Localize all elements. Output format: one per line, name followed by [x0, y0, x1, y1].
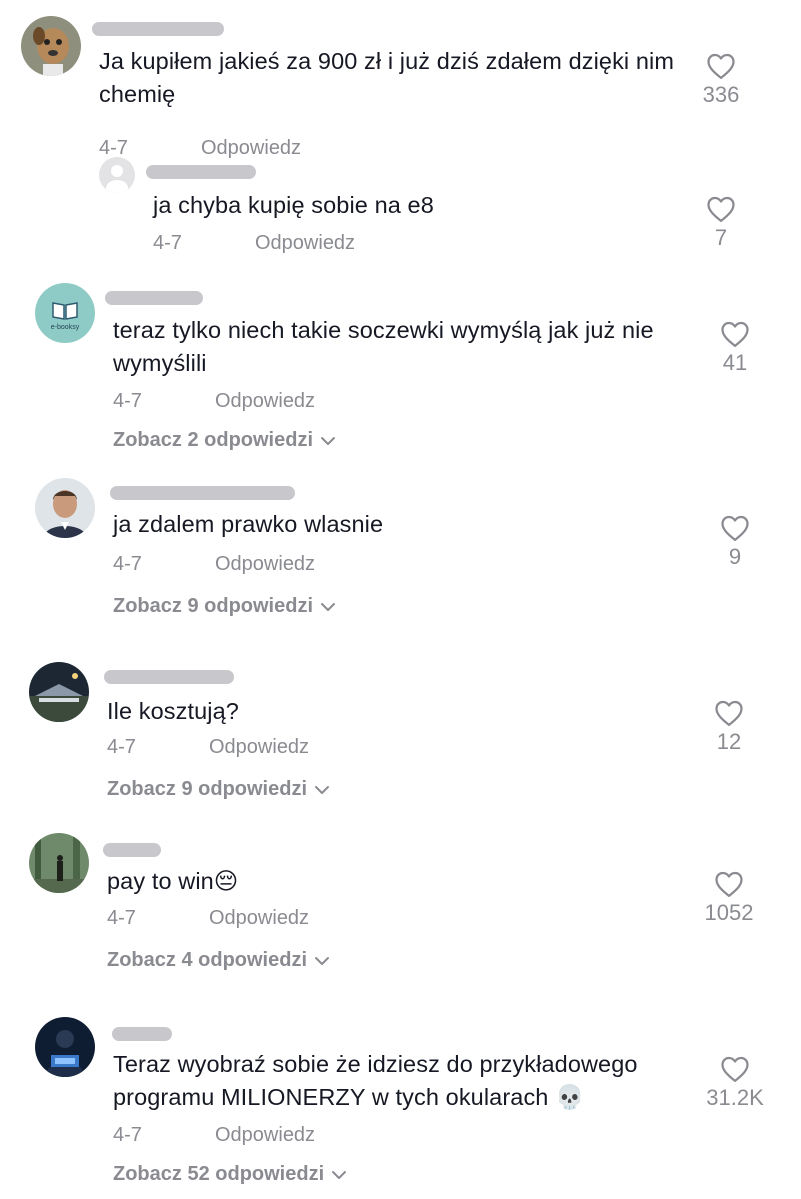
like-count: 336 — [702, 82, 740, 107]
chevron-down-icon — [315, 785, 330, 794]
heart-icon[interactable] — [720, 320, 750, 348]
like-control: 9 — [695, 514, 775, 570]
reply-button[interactable]: Odpowiedz — [209, 907, 309, 929]
book-logo-icon: e-booksy — [35, 283, 95, 343]
like-control: 7 — [681, 195, 761, 251]
avatar[interactable] — [35, 1017, 95, 1077]
username-redacted[interactable] — [103, 843, 161, 857]
avatar[interactable] — [35, 478, 95, 538]
view-replies-button[interactable]: Zobacz 9 odpowiedzi — [107, 778, 331, 801]
like-count: 9 — [728, 544, 742, 569]
comment-text: ja zdalem prawko wlasnie — [113, 511, 384, 537]
view-replies-button[interactable]: Zobacz 2 odpowiedzi — [113, 429, 337, 452]
comment-text: teraz tylko niech takie soczewki wymyślą… — [113, 317, 654, 376]
username-redacted[interactable] — [92, 22, 224, 36]
comment-text: Ile kosztują? — [107, 698, 239, 724]
username-redacted[interactable] — [110, 486, 295, 500]
chevron-down-icon — [321, 436, 336, 445]
username-redacted[interactable] — [105, 291, 203, 305]
comment-date: 4-7 — [113, 1124, 142, 1146]
comment-date: 4-7 — [107, 907, 136, 929]
like-count: 1052 — [704, 900, 754, 925]
like-count: 41 — [722, 350, 748, 375]
comment-meta: 4-7 Odpowiedz — [153, 232, 355, 255]
avatar[interactable] — [21, 16, 81, 76]
comment-meta: 4-7 Odpowiedz — [107, 736, 309, 759]
like-count: 31.2K — [706, 1085, 764, 1110]
avatar-label: e-booksy — [51, 324, 80, 331]
forest-soldier-icon — [29, 833, 89, 893]
reply-button[interactable]: Odpowiedz — [215, 390, 315, 412]
view-replies-label: Zobacz 52 odpowiedzi — [113, 1163, 325, 1185]
like-control: 41 — [695, 320, 775, 376]
reply-button[interactable]: Odpowiedz — [255, 232, 355, 254]
username-redacted[interactable] — [104, 670, 234, 684]
comment-meta: 4-7 Odpowiedz — [113, 553, 315, 576]
view-replies-label: Zobacz 4 odpowiedzi — [107, 949, 308, 971]
reply-button[interactable]: Odpowiedz — [215, 553, 315, 575]
airport-photo-icon — [29, 662, 89, 722]
comment-text: Teraz wyobraź sobie że idziesz do przykł… — [113, 1051, 638, 1110]
comment-meta: 4-7 Odpowiedz — [107, 907, 309, 930]
comment-meta: 4-7 Odpowiedz — [113, 1124, 315, 1147]
comment-text: ja chyba kupię sobie na e8 — [153, 192, 434, 218]
dog-cartoon-icon — [21, 16, 81, 76]
chevron-down-icon — [315, 956, 330, 965]
person-photo-icon — [35, 478, 95, 538]
heart-icon[interactable] — [706, 52, 736, 80]
heart-icon[interactable] — [714, 699, 744, 727]
like-count: 7 — [714, 225, 728, 250]
reply-button[interactable]: Odpowiedz — [209, 736, 309, 758]
heart-icon[interactable] — [706, 195, 736, 223]
view-replies-label: Zobacz 2 odpowiedzi — [113, 429, 314, 451]
heart-icon[interactable] — [714, 870, 744, 898]
reply-button[interactable]: Odpowiedz — [215, 1124, 315, 1146]
like-control: 1052 — [689, 870, 769, 926]
avatar[interactable] — [99, 157, 135, 193]
comment-date: 4-7 — [113, 390, 142, 412]
view-replies-label: Zobacz 9 odpowiedzi — [107, 778, 308, 800]
avatar[interactable] — [29, 833, 89, 893]
default-avatar-icon — [99, 157, 135, 193]
avatar[interactable]: e-booksy — [35, 283, 95, 343]
gamer-photo-icon — [35, 1017, 95, 1077]
view-replies-label: Zobacz 9 odpowiedzi — [113, 595, 314, 617]
comment-date: 4-7 — [107, 736, 136, 758]
view-replies-button[interactable]: Zobacz 4 odpowiedzi — [107, 949, 331, 972]
username-redacted[interactable] — [112, 1027, 172, 1041]
view-replies-button[interactable]: Zobacz 9 odpowiedzi — [113, 595, 337, 618]
like-count: 12 — [716, 729, 742, 754]
username-redacted[interactable] — [146, 165, 256, 179]
heart-icon[interactable] — [720, 514, 750, 542]
like-control: 12 — [689, 699, 769, 755]
chevron-down-icon — [321, 602, 336, 611]
comment-date: 4-7 — [153, 232, 182, 254]
heart-icon[interactable] — [720, 1055, 750, 1083]
avatar[interactable] — [29, 662, 89, 722]
comment-meta: 4-7 Odpowiedz — [99, 137, 301, 160]
reply-button[interactable]: Odpowiedz — [201, 137, 301, 159]
comment-date: 4-7 — [113, 553, 142, 575]
view-replies-button[interactable]: Zobacz 52 odpowiedzi — [113, 1163, 348, 1186]
comment-meta: 4-7 Odpowiedz — [113, 390, 315, 413]
comment-text: pay to win😔 — [107, 868, 239, 894]
like-control: 336 — [681, 52, 761, 108]
like-control: 31.2K — [695, 1055, 775, 1111]
comment-text: Ja kupiłem jakieś za 900 zł i już dziś z… — [99, 48, 675, 107]
chevron-down-icon — [332, 1170, 347, 1179]
